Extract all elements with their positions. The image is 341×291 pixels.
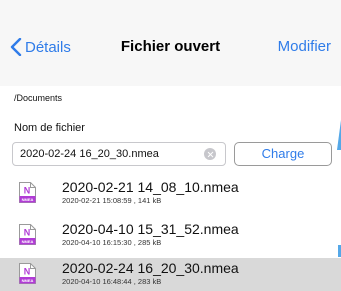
svg-text:NMEA: NMEA	[22, 197, 34, 202]
edit-button[interactable]: Modifier	[278, 38, 331, 55]
file-meta: 2020-02-21 15:08:59 , 141 kB	[62, 196, 162, 205]
nmea-file-icon: N NMEA	[19, 224, 36, 245]
svg-text:N: N	[24, 186, 31, 196]
chevron-left-icon	[10, 38, 22, 56]
filename-field	[12, 142, 226, 166]
navigation-bar: Détails Fichier ouvert Modifier	[0, 0, 341, 86]
back-button[interactable]: Détails	[10, 38, 71, 56]
nmea-file-icon: N NMEA	[19, 182, 36, 203]
svg-text:NMEA: NMEA	[22, 278, 34, 283]
load-button[interactable]: Charge	[234, 142, 332, 166]
svg-text:N: N	[24, 267, 31, 277]
file-meta: 2020-04-10 16:15:30 , 285 kB	[62, 238, 162, 247]
file-list-item-selected[interactable]: N NMEA 2020-02-24 16_20_30.nmea 2020-04-…	[0, 258, 341, 291]
filename-label: Nom de fichier	[14, 122, 85, 134]
file-name: 2020-04-10 15_31_52.nmea	[62, 221, 239, 237]
svg-text:NMEA: NMEA	[22, 239, 34, 244]
file-list-item[interactable]: N NMEA 2020-04-10 15_31_52.nmea 2020-04-…	[0, 219, 341, 252]
back-button-label: Détails	[25, 38, 71, 56]
current-path: /Documents	[14, 93, 63, 103]
clear-input-icon[interactable]	[204, 148, 216, 160]
svg-text:N: N	[24, 228, 31, 238]
file-list-item[interactable]: N NMEA 2020-02-21 14_08_10.nmea 2020-02-…	[0, 177, 341, 210]
filename-input[interactable]	[13, 143, 193, 165]
page-title: Fichier ouvert	[120, 38, 221, 55]
file-name: 2020-02-24 16_20_30.nmea	[62, 260, 239, 276]
file-name: 2020-02-21 14_08_10.nmea	[62, 179, 239, 195]
nmea-file-icon: N NMEA	[19, 263, 36, 284]
edge-decoration	[337, 120, 341, 150]
file-meta: 2020-04-10 16:48:44 , 283 kB	[62, 277, 162, 286]
